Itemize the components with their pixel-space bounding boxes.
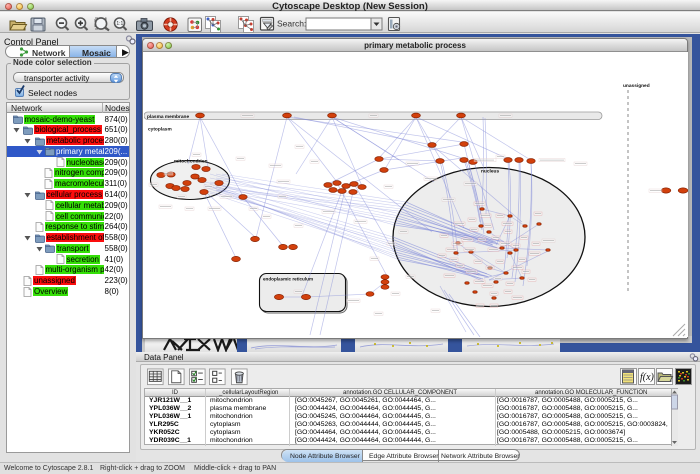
svg-text:endoplasmic reticulum: endoplasmic reticulum xyxy=(263,277,313,282)
svg-text:unassigned: unassigned xyxy=(623,83,650,89)
svg-text:plasma membrane: plasma membrane xyxy=(147,114,189,120)
svg-text:nucleus: nucleus xyxy=(481,169,499,175)
svg-text:1:1: 1:1 xyxy=(116,21,123,27)
svg-text:f(x): f(x) xyxy=(640,372,655,383)
svg-text:cytoplasm: cytoplasm xyxy=(148,127,172,133)
svg-text:Search:: Search: xyxy=(277,19,306,29)
svg-text:mitochondrion: mitochondrion xyxy=(174,159,208,165)
